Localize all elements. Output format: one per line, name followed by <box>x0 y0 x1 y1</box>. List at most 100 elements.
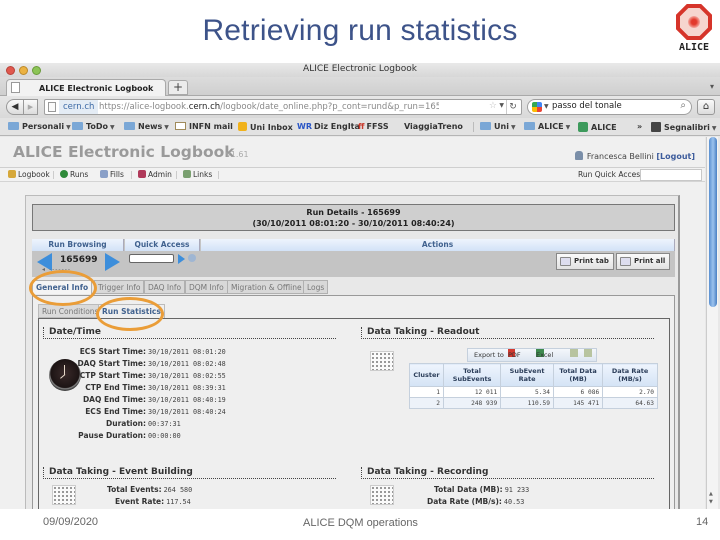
window-titlebar: ALICE Electronic Logbook <box>0 63 720 77</box>
url-bar[interactable]: cern.ch https://alice-logbook.cern.ch/lo… <box>44 99 522 115</box>
readout-header-row: Cluster Total SubEvents SubEvent Rate To… <box>409 363 658 387</box>
search-input-value[interactable]: passo del tonale <box>552 101 622 111</box>
reload-icon[interactable]: ↻ <box>506 100 519 114</box>
footer-center: ALICE DQM operations <box>303 517 418 529</box>
search-bar[interactable]: ▼ passo del tonale ⌕ <box>527 99 692 115</box>
menu-logbook[interactable]: Logbook <box>8 170 50 179</box>
run-details-header: Run Details - 165699 (30/10/2011 08:01:2… <box>32 204 675 231</box>
statistics-icon <box>370 485 394 505</box>
export-toolbar: Export to PDF Excel <box>467 348 597 362</box>
menu-links[interactable]: Links <box>183 170 212 179</box>
statistics-icon <box>370 351 394 371</box>
bookmark-viaggiatreno[interactable]: ViaggiaTreno <box>404 122 463 206</box>
slide-title: Retrieving run statistics <box>202 14 518 47</box>
scroll-up-arrow-icon[interactable]: ▲ <box>709 491 713 497</box>
column-header-cluster[interactable]: Cluster <box>409 363 444 387</box>
home-button[interactable]: ⌂ <box>697 99 715 115</box>
row-value: 264 580 <box>163 486 193 494</box>
cell-subevent-rate: 5.34 <box>500 386 554 398</box>
google-engine-icon[interactable] <box>532 102 542 112</box>
check-icon <box>578 122 588 132</box>
export-label: Export to <box>474 351 504 359</box>
bookmarks-menu-button[interactable]: Segnalibri ▼ <box>651 122 717 132</box>
browser-tab-active[interactable]: ALICE Electronic Logbook <box>6 79 166 96</box>
row-value: 30/10/2011 08:01:20 <box>148 348 226 356</box>
column-header-total-data[interactable]: Total Data (MB) <box>552 363 604 387</box>
menu-admin[interactable]: Admin <box>138 170 172 179</box>
bookmark-personali[interactable]: Personali ▼ <box>8 122 71 131</box>
menu-runs[interactable]: Runs <box>60 170 88 179</box>
menu-separator <box>53 171 54 179</box>
bookmark-alice-folder[interactable]: ALICE ▼ <box>524 122 570 131</box>
bookmark-uni-inbox[interactable]: Uni Inbox <box>238 122 293 132</box>
run-details-range: (30/10/2011 08:01:20 - 30/10/2011 08:40:… <box>252 219 455 228</box>
new-tab-button[interactable]: + <box>168 80 188 95</box>
row-value: 117.54 <box>166 498 191 506</box>
tab-migration-offline[interactable]: Migration & Offline <box>227 280 306 294</box>
scroll-down-arrow-icon[interactable]: ▼ <box>709 499 713 505</box>
url-history-dropdown-icon[interactable]: ▼ <box>499 102 504 109</box>
run-browsing-header: Run Browsing <box>32 239 124 251</box>
actions-header: Actions <box>201 239 675 251</box>
run-quick-access-input[interactable] <box>640 169 702 181</box>
menu-label: Fills <box>110 170 124 179</box>
bookmark-infn-mail[interactable]: INFN mail <box>175 122 233 131</box>
bookmark-news[interactable]: News ▼ <box>124 122 169 131</box>
site-identity-icon[interactable] <box>48 102 56 112</box>
menu-label: Admin <box>148 170 172 179</box>
admin-icon <box>138 170 146 178</box>
chevron-down-icon: ▼ <box>711 125 717 132</box>
search-engine-dropdown-icon[interactable]: ▼ <box>544 103 549 110</box>
quick-access-input[interactable] <box>129 254 174 263</box>
bookmark-todo[interactable]: ToDo ▼ <box>72 122 115 131</box>
cell-total-subevents: 12 011 <box>442 386 502 398</box>
scrollbar-thumb[interactable] <box>709 137 717 307</box>
print-tab-button[interactable]: Print tab <box>556 253 614 270</box>
subtab-run-conditions[interactable]: Run Conditions <box>38 304 103 318</box>
printer-icon <box>560 257 571 266</box>
folder-icon <box>524 122 535 130</box>
print-tab-label: Print tab <box>574 257 609 265</box>
url-identity-domain[interactable]: cern.ch <box>59 100 99 114</box>
page-scrollbar[interactable]: ▲ ▼ <box>706 137 718 509</box>
url-text[interactable]: https://alice-logbook.cern.ch/logbook/da… <box>99 100 439 114</box>
tab-daq-info[interactable]: DAQ Info <box>144 280 186 294</box>
tab-dqm-info[interactable]: DQM Info <box>185 280 228 294</box>
logout-link[interactable]: [Logout] <box>656 152 695 161</box>
quick-access-help-icon[interactable] <box>188 254 196 262</box>
tab-general-info[interactable]: General Info <box>32 280 93 294</box>
event-building-title: Data Taking - Event Building <box>43 467 336 479</box>
column-header-subevent-rate[interactable]: SubEvent Rate <box>500 363 554 387</box>
readout-title: Data Taking - Readout <box>361 327 654 339</box>
quick-access-go-icon[interactable] <box>178 254 185 264</box>
bookmarks-overflow-button[interactable]: » <box>637 122 642 131</box>
url-prefix: https://alice-logbook. <box>99 102 189 112</box>
run-sub-nav[interactable]: ◂ ------- <box>42 266 71 273</box>
bookmark-ffss[interactable]: ff FFSS <box>358 122 389 131</box>
page-icon <box>11 82 20 93</box>
back-button[interactable]: ◀ <box>6 99 24 115</box>
bookmark-uni[interactable]: Uni ▼ <box>480 122 516 131</box>
alice-logo-text: ALICE <box>678 42 710 53</box>
column-header-total-subevents[interactable]: Total SubEvents <box>442 363 502 387</box>
column-header-data-rate[interactable]: Data Rate (MB/s) <box>602 363 658 387</box>
bookmark-alice[interactable]: ALICE <box>578 122 617 132</box>
row-label: Pause Duration: <box>78 431 146 440</box>
folder-icon <box>124 122 135 130</box>
print-all-button[interactable]: Print all <box>616 253 671 270</box>
bookmark-star-icon[interactable]: ☆ <box>489 101 497 111</box>
tab-logs[interactable]: Logs <box>303 280 329 294</box>
row-value: 00:37:31 <box>148 420 181 428</box>
search-icon[interactable]: ⌕ <box>680 100 686 111</box>
tab-list-dropdown-icon[interactable]: ▾ <box>710 82 714 91</box>
export-option-icon <box>584 349 592 357</box>
forward-button[interactable]: ▶ <box>24 99 38 115</box>
bookmark-diz-engita[interactable]: WR Diz EngIta <box>297 122 360 131</box>
tab-trigger-info[interactable]: Trigger Info <box>94 280 145 294</box>
bookmark-label: Uni Inbox <box>250 123 293 132</box>
menu-label: Runs <box>70 170 89 179</box>
subtab-run-statistics[interactable]: Run Statistics <box>98 304 165 318</box>
menu-fills[interactable]: Fills <box>100 170 124 179</box>
next-run-arrow-icon[interactable] <box>105 253 120 271</box>
wordreference-icon: WR <box>297 122 312 131</box>
